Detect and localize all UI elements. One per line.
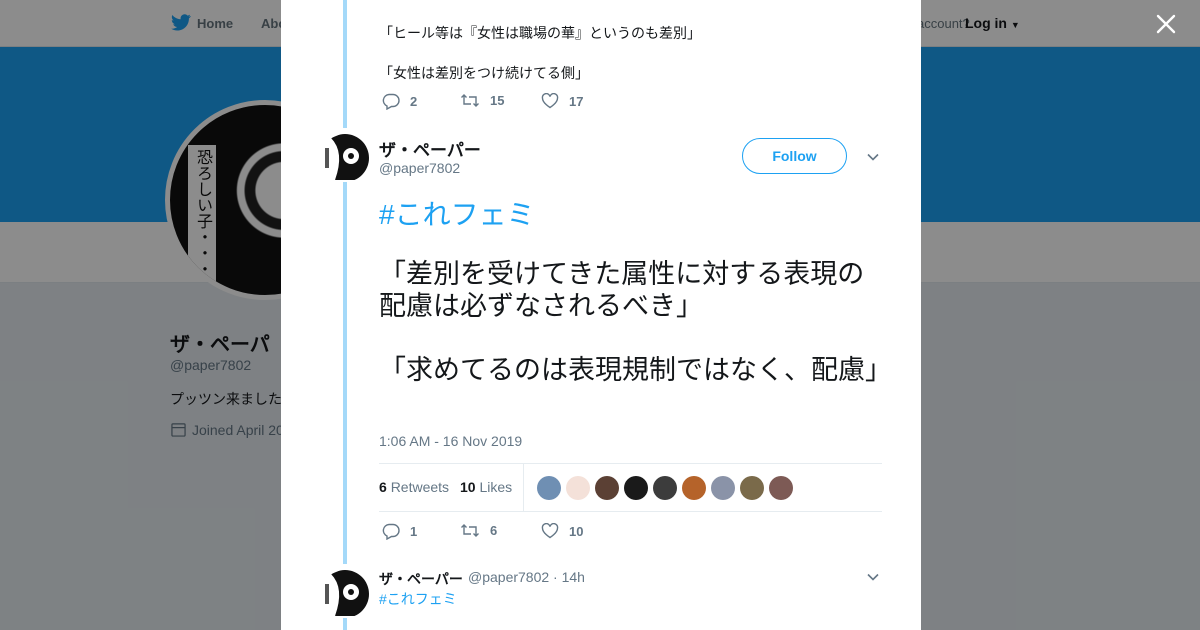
liker-avatar[interactable]	[740, 476, 764, 500]
retweet-icon	[461, 524, 479, 537]
reply-author-meta[interactable]: @paper7802 · 14h	[468, 569, 585, 585]
retweet-count: 15	[490, 93, 505, 108]
liker-avatar[interactable]	[682, 476, 706, 500]
tweet-author-handle[interactable]: @paper7802	[379, 160, 460, 176]
tweet-text-paragraph: 「求めてるのは表現規制ではなく、配慮」	[379, 355, 892, 385]
thread-connector	[343, 0, 347, 128]
liker-avatar[interactable]	[624, 476, 648, 500]
reply-action[interactable]: 2	[382, 93, 417, 110]
tweet-text-paragraph: 「差別を受けてきた属性に対する表現の配慮は必ずなされるべき」	[379, 259, 865, 321]
chevron-down-icon[interactable]	[866, 570, 880, 584]
liker-avatar[interactable]	[711, 476, 735, 500]
retweets-stat[interactable]: 6 Retweets	[379, 479, 449, 495]
like-action[interactable]: 17	[541, 93, 583, 109]
reply-count: 2	[410, 94, 418, 109]
close-icon[interactable]	[1155, 13, 1177, 35]
heart-icon	[541, 93, 559, 109]
tweet-timestamp[interactable]: 1:06 AM - 16 Nov 2019	[379, 433, 522, 449]
like-action[interactable]: 10	[541, 523, 583, 539]
thread-connector	[343, 618, 347, 630]
retweet-action[interactable]: 6	[460, 523, 497, 538]
liker-avatar[interactable]	[653, 476, 677, 500]
reply-icon	[382, 93, 400, 110]
liker-avatar[interactable]	[566, 476, 590, 500]
tweet-author-name[interactable]: ザ・ペーパー	[379, 136, 481, 161]
chevron-down-icon[interactable]	[866, 150, 880, 164]
likes-stat[interactable]: 10 Likes	[460, 479, 512, 495]
follow-button[interactable]: Follow	[742, 138, 847, 174]
reply-author-name[interactable]: ザ・ペーパー	[379, 569, 463, 589]
reply-hashtag[interactable]: #これフェミ	[379, 589, 457, 609]
tweet-hashtag[interactable]: #これフェミ	[379, 193, 535, 233]
like-count: 17	[569, 93, 584, 109]
prev-tweet-line: 「ヒール等は『女性は職場の華』というのも差別」	[379, 25, 701, 41]
reply-action[interactable]: 1	[382, 523, 417, 540]
liker-avatar[interactable]	[595, 476, 619, 500]
prev-tweet-line: 「女性は差別をつけ続けてる側」	[379, 65, 589, 81]
tweet-stats: 6 Retweets 10 Likes	[379, 463, 882, 512]
tweet-thread-modal: 「ヒール等は『女性は職場の華』というのも差別」 「女性は差別をつけ続けてる側」 …	[281, 0, 921, 630]
retweet-count: 6	[490, 523, 498, 538]
thread-connector	[343, 182, 347, 564]
liker-avatar[interactable]	[537, 476, 561, 500]
liker-avatar[interactable]	[769, 476, 793, 500]
stats-divider	[523, 464, 524, 511]
heart-icon	[541, 523, 559, 539]
reply-icon	[382, 523, 400, 540]
tweet-author-avatar[interactable]	[321, 134, 369, 182]
likes-stat-count: 10	[460, 479, 476, 495]
likes-stat-label: Likes	[479, 479, 513, 495]
retweet-icon	[461, 94, 479, 107]
retweets-stat-label: Retweets	[390, 479, 450, 495]
reply-author-avatar[interactable]	[321, 570, 369, 618]
retweet-action[interactable]: 15	[460, 93, 504, 108]
reply-count: 1	[410, 524, 418, 539]
retweets-stat-count: 6	[379, 479, 387, 495]
like-count: 10	[569, 523, 584, 539]
